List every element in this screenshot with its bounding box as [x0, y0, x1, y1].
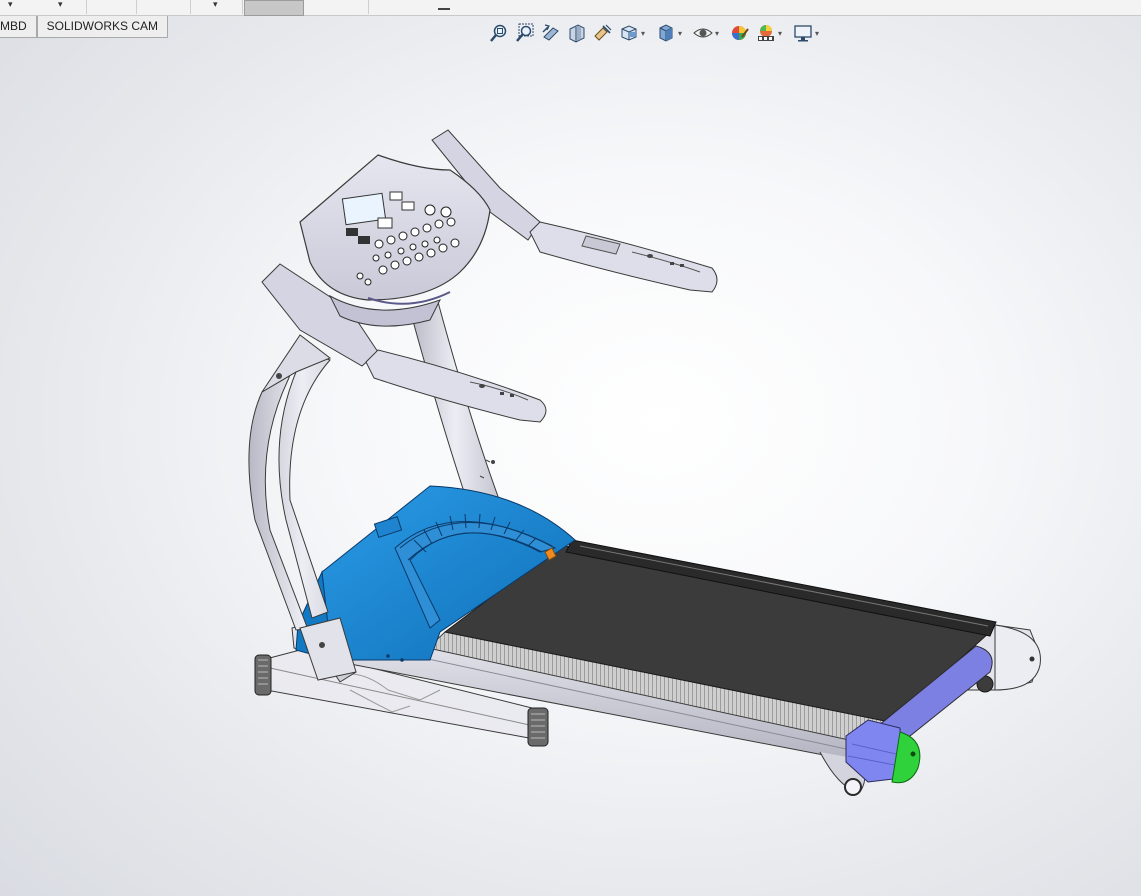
graphics-area-viewport[interactable] [0, 0, 1141, 896]
